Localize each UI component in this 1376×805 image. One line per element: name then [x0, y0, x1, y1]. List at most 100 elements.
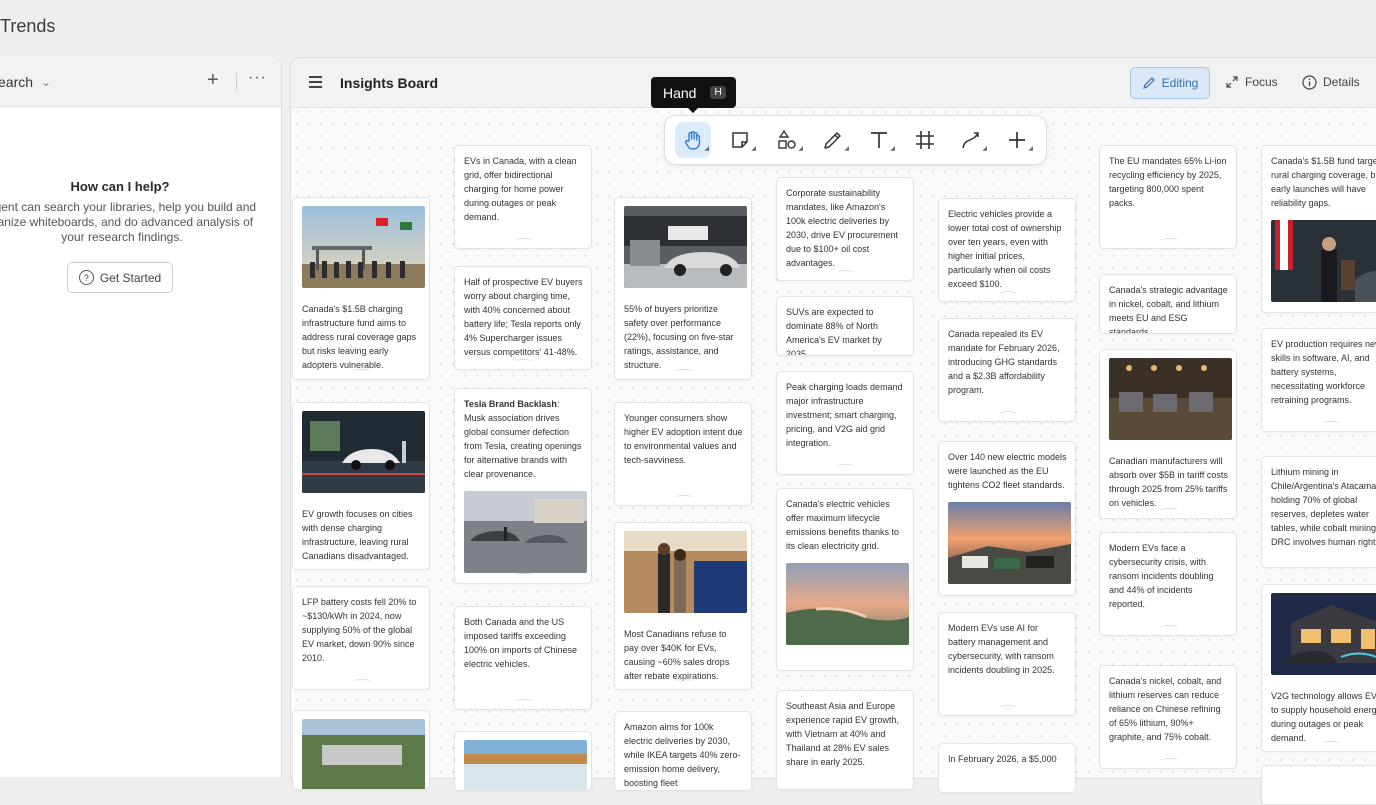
editing-button[interactable]: Editing: [1130, 67, 1210, 99]
card-handle[interactable]: [1322, 421, 1340, 426]
photo-press-conference: [1271, 220, 1376, 302]
card-handle[interactable]: [675, 369, 693, 374]
card-text: LFP battery costs fell 20% to ~$130/kWh …: [302, 597, 417, 663]
card-text: Lithium mining in Chile/Argentina's Atac…: [1271, 467, 1376, 547]
shapes-tool-button[interactable]: ◢: [769, 122, 805, 158]
card-text: V2G technology allows EVs to supply hous…: [1271, 691, 1376, 743]
photo-charging-ceremony: [302, 206, 425, 288]
insight-card[interactable]: Canada's $1.5B charging infrastructure f…: [292, 197, 430, 380]
card-handle[interactable]: [1160, 625, 1178, 630]
agent-panel-title[interactable]: earch: [0, 74, 33, 90]
insight-card[interactable]: Peak charging loads demand major infrast…: [776, 371, 914, 475]
card-text: Canada's strategic advantage in nickel, …: [1109, 285, 1228, 334]
insight-card[interactable]: LFP battery costs fell 20% to ~$130/kWh …: [292, 586, 430, 690]
card-handle[interactable]: [353, 369, 371, 374]
help-text: agent can search your libraries, help yo…: [0, 200, 257, 244]
insight-card[interactable]: The EU mandates 65% Li-ion recycling eff…: [1099, 145, 1237, 249]
card-text: Over 140 new electric models were launch…: [948, 452, 1067, 490]
hand-icon: [684, 131, 701, 150]
insight-card[interactable]: Both Canada and the US imposed tariffs e…: [454, 606, 592, 710]
menu-icon[interactable]: [309, 76, 322, 91]
insight-card[interactable]: Modern EVs face a cybersecurity crisis, …: [1099, 532, 1237, 636]
card-handle[interactable]: [1160, 758, 1178, 763]
frame-icon: [916, 131, 934, 149]
card-handle[interactable]: [353, 679, 371, 684]
card-text: Canada's nickel, cobalt, and lithium res…: [1109, 676, 1222, 742]
photo-v2g-house: [1271, 593, 1376, 675]
more-icon[interactable]: ···: [248, 69, 267, 87]
photo-salt-flats: [464, 740, 587, 790]
insight-card[interactable]: Most Canadians refuse to pay over $40K f…: [614, 522, 752, 690]
insight-card[interactable]: EV production requires new skills in sof…: [1261, 328, 1376, 432]
insight-card[interactable]: Canada's strategic advantage in nickel, …: [1099, 274, 1237, 334]
insight-card[interactable]: In February 2026, a $5,000: [938, 743, 1076, 793]
help-title: How can I help?: [70, 179, 170, 194]
insight-card[interactable]: Canadian manufacturers will absorb over …: [1099, 349, 1237, 519]
divider: [236, 73, 237, 91]
insight-card[interactable]: Amazon aims for 100k electric deliveries…: [614, 711, 752, 791]
hand-tool-button[interactable]: ◢: [675, 122, 711, 158]
insight-card[interactable]: SUVs are expected to dominate 88% of Nor…: [776, 296, 914, 356]
focus-button[interactable]: Focus: [1225, 67, 1278, 97]
card-handle[interactable]: [999, 411, 1017, 416]
insight-card[interactable]: Younger consumers show higher EV adoptio…: [614, 402, 752, 506]
card-handle[interactable]: [1160, 238, 1178, 243]
pencil-icon: [824, 132, 841, 149]
insight-card[interactable]: EV growth focuses on cities with dense c…: [292, 402, 430, 570]
card-text: Modern EVs face a cybersecurity crisis, …: [1109, 543, 1214, 609]
insight-card[interactable]: EVs in Canada, with a clean grid, offer …: [454, 145, 592, 249]
card-handle[interactable]: [837, 464, 855, 469]
insight-card[interactable]: V2G technology allows EVs to supply hous…: [1261, 584, 1376, 752]
card-text: Southeast Asia and Europe experience rap…: [786, 701, 900, 767]
text-tool-button[interactable]: ◢: [861, 122, 897, 158]
board-header: Insights Board Editing Focus Details: [291, 58, 1376, 108]
insight-card[interactable]: [292, 710, 430, 790]
card-handle[interactable]: [675, 679, 693, 684]
card-handle[interactable]: [999, 291, 1017, 296]
card-handle[interactable]: [515, 359, 533, 364]
insight-card[interactable]: Canada's electric vehicles offer maximum…: [776, 488, 914, 671]
card-handle[interactable]: [675, 495, 693, 500]
connector-tool-button[interactable]: ◢: [953, 122, 989, 158]
info-icon: [1302, 74, 1317, 90]
insight-card[interactable]: Corporate sustainability mandates, like …: [776, 177, 914, 281]
add-icon[interactable]: +: [207, 70, 219, 90]
card-text: Both Canada and the US imposed tariffs e…: [464, 617, 578, 669]
card-handle[interactable]: [515, 573, 533, 578]
insight-card[interactable]: Over 140 new electric models were launch…: [938, 441, 1076, 596]
insight-card[interactable]: Lithium mining in Chile/Argentina's Atac…: [1261, 456, 1376, 568]
insight-card[interactable]: Canada's $1.5B fund targets rural chargi…: [1261, 145, 1376, 313]
card-handle[interactable]: [515, 699, 533, 704]
card-text: In February 2026, a $5,000: [948, 754, 1057, 764]
card-text: Half of prospective EV buyers worry abou…: [464, 277, 583, 357]
frame-tool-button[interactable]: [907, 122, 943, 158]
insight-card[interactable]: Canada repealed its EV mandate for Febru…: [938, 318, 1076, 422]
card-handle[interactable]: [1322, 741, 1340, 746]
insight-card[interactable]: 55% of buyers prioritize safety over per…: [614, 197, 752, 380]
card-handle[interactable]: [353, 559, 371, 564]
card-handle[interactable]: [515, 238, 533, 243]
insight-card[interactable]: Half of prospective EV buyers worry abou…: [454, 266, 592, 370]
pen-tool-button[interactable]: ◢: [815, 122, 851, 158]
card-text: Amazon aims for 100k electric deliveries…: [624, 722, 741, 788]
details-button[interactable]: Details: [1302, 67, 1360, 97]
insight-card[interactable]: [454, 731, 592, 791]
card-handle[interactable]: [1160, 508, 1178, 513]
card-text: Canada's $1.5B charging infrastructure f…: [302, 304, 417, 370]
note-tool-button[interactable]: ◢: [722, 122, 758, 158]
card-handle[interactable]: [999, 705, 1017, 710]
plus-icon: [1009, 132, 1025, 148]
insight-card[interactable]: [1261, 765, 1376, 805]
insight-card[interactable]: Southeast Asia and Europe experience rap…: [776, 690, 914, 790]
get-started-label: Get Started: [99, 270, 162, 285]
insight-card[interactable]: Tesla Brand Backlash: Musk association d…: [454, 388, 592, 584]
board-toolbar: ◢ ◢ ◢ ◢ ◢ ◢ ◢: [664, 115, 1047, 165]
card-handle[interactable]: [837, 270, 855, 275]
insight-card[interactable]: Canada's nickel, cobalt, and lithium res…: [1099, 665, 1237, 769]
get-started-button[interactable]: ? Get Started: [67, 262, 173, 293]
tooltip-label: Hand: [663, 84, 697, 101]
insight-card[interactable]: Electric vehicles provide a lower total …: [938, 198, 1076, 302]
chevron-down-icon[interactable]: ⌄: [41, 75, 51, 89]
insight-card[interactable]: Modern EVs use AI for battery management…: [938, 612, 1076, 716]
add-tool-button[interactable]: ◢: [999, 122, 1035, 158]
